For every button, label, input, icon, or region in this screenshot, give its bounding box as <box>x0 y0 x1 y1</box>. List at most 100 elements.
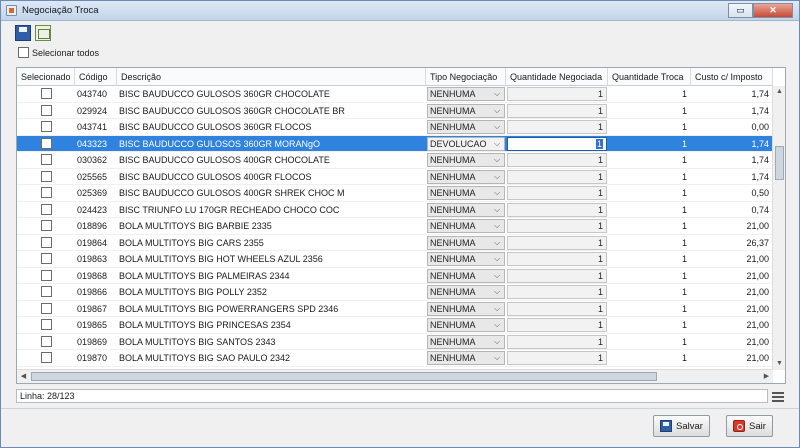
table-row[interactable]: 019864 BOLA MULTITOYS BIG CARS 2355 NENHUM… <box>17 235 773 251</box>
quantity-negotiated-input[interactable]: 1 <box>507 219 607 233</box>
table-row[interactable]: 019866 BOLA MULTITOYS BIG POLLY 2352 NENHU… <box>17 284 773 301</box>
table-row[interactable]: 019865 BOLA MULTITOYS BIG PRINCESAS 2354 N… <box>17 317 773 334</box>
negotiation-type-select[interactable]: NENHUMA ⌵ <box>427 318 505 332</box>
table-row[interactable]: 043740 BISC BAUDUCCO GULOSOS 360GR CHOCOL… <box>17 86 773 103</box>
table-row[interactable]: 043741 BISC BAUDUCCO GULOSOS 360GR FLOCOS… <box>17 119 773 136</box>
save-button[interactable]: Salvar <box>653 415 710 437</box>
quantity-negotiated-value: 1 <box>597 303 603 314</box>
table-row[interactable]: 018896 BOLA MULTITOYS BIG BARBIE 2335 NENH… <box>17 218 773 235</box>
table-row[interactable]: 019870 BOLA MULTITOYS BIG SAO PAULO 2342 N… <box>17 350 773 367</box>
row-checkbox[interactable] <box>40 236 52 248</box>
quantity-negotiated-input[interactable]: 1 <box>507 87 607 101</box>
row-checkbox[interactable] <box>40 121 52 132</box>
title-bar[interactable]: Negociação Troca ▭ ✕ <box>1 1 799 21</box>
quantity-negotiated-input[interactable]: 1 <box>507 103 607 118</box>
negotiation-type-select[interactable]: NENHUMA ⌵ <box>427 120 505 134</box>
vertical-scroll-thumb[interactable] <box>775 146 784 180</box>
quantity-negotiated-input[interactable]: 1 <box>507 235 607 250</box>
quantity-negotiated-input[interactable]: 1 <box>507 186 607 200</box>
quantity-negotiated-input[interactable]: 1 <box>507 301 607 316</box>
chevron-down-icon: ⌵ <box>493 254 501 263</box>
negotiation-type-select[interactable]: NENHUMA ⌵ <box>427 219 505 233</box>
table-row[interactable]: 025565 BISC BAUDUCCO GULOSOS 400GR FLOCOS… <box>17 169 773 185</box>
negotiation-type-select[interactable]: NENHUMA ⌵ <box>427 285 505 299</box>
quantity-negotiated-input[interactable]: 1 <box>507 285 607 299</box>
scroll-right-icon[interactable]: ▶ <box>760 370 773 383</box>
row-checkbox[interactable] <box>40 170 52 182</box>
negotiation-type-select[interactable]: NENHUMA ⌵ <box>427 252 505 266</box>
table-row[interactable]: 043323 BISC BAUDUCCO GULOSOS 360GR MORANg… <box>17 135 773 152</box>
horizontal-scroll-thumb[interactable] <box>31 372 657 381</box>
negotiation-type-select[interactable]: NENHUMA ⌵ <box>427 153 505 167</box>
quantity-negotiated-input[interactable]: 1 <box>507 351 607 365</box>
quantity-negotiated-input[interactable]: 1 <box>507 252 607 266</box>
negotiation-type-select[interactable]: NENHUMA ⌵ <box>427 202 505 217</box>
table-row[interactable]: 019867 BOLA MULTITOYS BIG POWERRANGERS SP… <box>17 301 773 317</box>
quantity-negotiated-input[interactable]: 1 <box>507 169 607 184</box>
column-header-qtd-troca[interactable]: Quantidade Troca <box>608 68 691 86</box>
row-checkbox[interactable] <box>40 269 52 281</box>
quantity-negotiated-input[interactable]: 1 <box>507 268 607 283</box>
quantity-negotiated-input[interactable]: 1 <box>507 318 607 332</box>
row-cost: 1,74 <box>751 105 769 116</box>
negotiation-type-select[interactable]: NENHUMA ⌵ <box>427 301 505 316</box>
negotiation-type-value: DEVOLUCAO <box>430 138 487 149</box>
save-icon[interactable] <box>15 25 31 41</box>
column-header-codigo[interactable]: Código <box>75 68 117 86</box>
table-row[interactable]: 025369 BISC BAUDUCCO GULOSOS 400GR SHREK … <box>17 185 773 202</box>
row-checkbox[interactable] <box>40 187 52 198</box>
column-header-custo[interactable]: Custo c/ Imposto <box>691 68 773 86</box>
row-checkbox[interactable] <box>40 319 52 330</box>
negotiation-type-select[interactable]: DEVOLUCAO ⌵ <box>427 136 505 151</box>
table-row[interactable]: 019868 BOLA MULTITOYS BIG PALMEIRAS 2344 N… <box>17 268 773 284</box>
row-checkbox[interactable] <box>40 286 52 297</box>
column-header-tipo[interactable]: Tipo Negociação <box>426 68 506 86</box>
vertical-scrollbar[interactable]: ▲ ▼ <box>772 86 785 370</box>
negotiation-type-select[interactable]: NENHUMA ⌵ <box>427 87 505 101</box>
row-checkbox[interactable] <box>40 88 52 99</box>
row-checkbox[interactable] <box>40 253 52 264</box>
table-row[interactable]: 030362 BISC BAUDUCCO GULOSOS 400GR CHOCOL… <box>17 152 773 169</box>
table-row[interactable]: 024423 BISC TRIUNFO LU 170GR RECHEADO CHO… <box>17 202 773 218</box>
table-row[interactable]: 019863 BOLA MULTITOYS BIG HOT WHEELS AZUL… <box>17 251 773 268</box>
quantity-negotiated-input[interactable]: 1 <box>507 202 607 217</box>
select-all[interactable]: Selecionar todos <box>18 47 99 58</box>
negotiation-type-select[interactable]: NENHUMA ⌵ <box>427 186 505 200</box>
scroll-up-icon[interactable]: ▲ <box>773 86 785 98</box>
row-checkbox[interactable] <box>40 302 52 314</box>
row-checkbox[interactable] <box>40 352 52 363</box>
scroll-down-icon[interactable]: ▼ <box>773 358 785 370</box>
quantity-negotiated-input[interactable]: 1 <box>507 136 607 151</box>
row-checkbox[interactable] <box>40 220 52 231</box>
exit-button[interactable]: Sair <box>726 415 773 437</box>
horizontal-scrollbar[interactable]: ◀ ▶ <box>17 369 773 383</box>
restore-button[interactable]: ▭ <box>728 3 753 18</box>
column-header-qtd-negociada[interactable]: Quantidade Negociada <box>506 68 608 86</box>
quantity-negotiated-input[interactable]: 1 <box>507 153 607 167</box>
negotiation-type-select[interactable]: NENHUMA ⌵ <box>427 169 505 184</box>
row-checkbox[interactable] <box>40 137 52 149</box>
negotiation-type-select[interactable]: NENHUMA ⌵ <box>427 268 505 283</box>
row-checkbox[interactable] <box>40 335 52 347</box>
negotiation-type-select[interactable]: NENHUMA ⌵ <box>427 334 505 349</box>
column-header-descricao[interactable]: Descrição <box>117 68 426 86</box>
row-select-cell <box>17 284 75 300</box>
table-row[interactable]: 019869 BOLA MULTITOYS BIG SANTOS 2343 NENH… <box>17 334 773 350</box>
row-checkbox[interactable] <box>40 104 52 116</box>
select-all-label: Selecionar todos <box>32 47 100 58</box>
table-row[interactable]: 029924 BISC BAUDUCCO GULOSOS 360GR CHOCOL… <box>17 103 773 119</box>
close-window-button[interactable]: ✕ <box>753 3 793 18</box>
scroll-left-icon[interactable]: ◀ <box>17 370 30 383</box>
row-checkbox[interactable] <box>40 203 52 215</box>
row-checkbox[interactable] <box>40 154 52 165</box>
quantity-negotiated-input[interactable]: 1 <box>507 120 607 134</box>
select-all-checkbox[interactable] <box>18 47 29 58</box>
grid-config-icon[interactable] <box>35 25 51 41</box>
negotiation-type-select[interactable]: NENHUMA ⌵ <box>427 351 505 365</box>
negotiation-type-value: NENHUMA <box>430 353 476 363</box>
column-header-selecionado[interactable]: Selecionado <box>17 68 75 86</box>
quantity-negotiated-input[interactable]: 1 <box>507 334 607 349</box>
negotiation-type-select[interactable]: NENHUMA ⌵ <box>427 235 505 250</box>
negotiation-type-select[interactable]: NENHUMA ⌵ <box>427 103 505 118</box>
menu-icon[interactable] <box>772 390 784 402</box>
